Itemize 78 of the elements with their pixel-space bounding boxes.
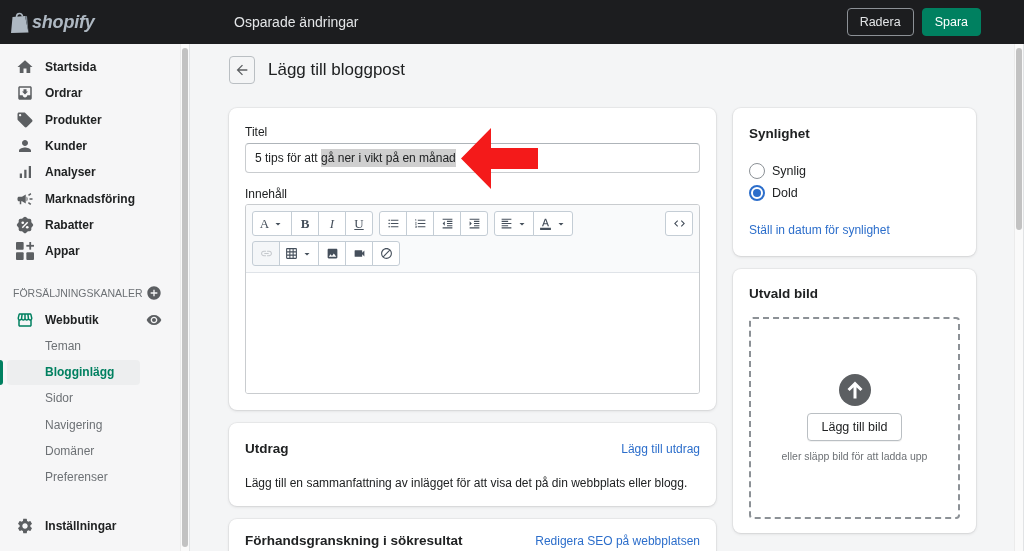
nav-item[interactable]: Produkter [0, 106, 172, 133]
numbered-list-icon [413, 217, 427, 230]
image-dropzone[interactable]: Lägg till bild eller släpp bild för att ladda upp [749, 317, 960, 519]
field-label: Titel [245, 124, 269, 140]
table-icon [285, 247, 298, 260]
nav-item[interactable]: Ordrar [0, 80, 172, 107]
add-excerpt-link[interactable]: Lägg till utdrag [621, 441, 700, 457]
radio-button[interactable] [749, 163, 765, 179]
section-heading: FÖRSÄLJNINGSKANALER [13, 287, 143, 300]
prohibited-icon [379, 247, 393, 260]
page-title: Lägg till bloggpost [268, 60, 406, 80]
apps-icon [16, 242, 34, 261]
underline-button[interactable]: U [345, 211, 373, 236]
clear-format-button[interactable] [372, 241, 400, 266]
image-icon [325, 247, 339, 260]
storefront-icon [16, 310, 34, 329]
nav-item[interactable]: Startsida [0, 54, 172, 81]
add-image-button[interactable]: Lägg till bild [807, 412, 902, 441]
font-style-button[interactable]: A [252, 211, 292, 236]
settings-icon [16, 516, 34, 535]
nav-item[interactable]: Rabatter [0, 211, 172, 239]
align-button[interactable] [494, 211, 534, 236]
table-button[interactable] [279, 241, 319, 266]
logo-wordmark: shopify [32, 11, 95, 33]
radio-label[interactable]: Dold [772, 186, 798, 200]
radio-label[interactable]: Synlig [772, 164, 807, 178]
nav-item[interactable]: Kunder [0, 132, 172, 160]
outdent-icon [440, 217, 454, 230]
code-view-button[interactable] [665, 211, 693, 236]
indent-icon [467, 217, 481, 230]
percent-badge-icon [16, 215, 34, 234]
nav-item[interactable]: Webbutik [0, 306, 138, 333]
outdent-button[interactable] [433, 211, 461, 236]
dropzone-hint: eller släpp bild för att ladda upp [781, 448, 928, 463]
save-button[interactable]: Spara [921, 8, 981, 36]
bullet-list-button[interactable] [379, 211, 407, 236]
indent-button[interactable] [460, 211, 488, 236]
tag-icon [16, 110, 34, 129]
set-date-link[interactable]: Ställ in datum för synlighet [749, 223, 890, 237]
nav-item[interactable]: Analyser [0, 159, 172, 186]
scrollbar-thumb[interactable] [1016, 48, 1022, 230]
card-heading: Utvald bild [749, 286, 819, 302]
upload-icon [838, 373, 871, 406]
unsaved-changes-text: Osparade ändringar [234, 14, 359, 30]
back-button[interactable] [229, 56, 255, 84]
excerpt-description: Lägg till en sammanfattning av inlägget för att visa det på din webbplats eller blogg. [245, 475, 689, 491]
nav-subitem[interactable]: Preferenser [7, 464, 140, 490]
image-button[interactable] [318, 241, 346, 266]
nav-item[interactable]: Marknadsföring [0, 185, 172, 212]
card-heading: Synlighet [749, 126, 811, 142]
inbox-tray-icon [16, 84, 34, 103]
nav-subitem[interactable]: Navigering [7, 412, 140, 438]
nav-subitem[interactable]: Domäner [7, 438, 140, 464]
nav-subitem[interactable]: Sidor [7, 385, 140, 411]
bullet-list-icon [386, 217, 400, 230]
card-heading: Förhandsgranskning i sökresultat [245, 533, 463, 549]
delete-button[interactable]: Radera [846, 8, 914, 36]
nav-item[interactable]: Inställningar [0, 512, 172, 539]
nav-subitem[interactable]: Teman [7, 333, 140, 359]
field-label: Innehåll [245, 186, 289, 202]
active-indicator [0, 359, 3, 385]
radio-button[interactable] [749, 185, 765, 201]
bold-button[interactable]: B [291, 211, 319, 236]
align-left-icon [500, 217, 513, 230]
card-heading: Utdrag [245, 441, 289, 457]
text-color-icon [539, 217, 552, 230]
code-icon [672, 217, 686, 230]
back-arrow-icon [234, 62, 250, 78]
numbered-list-button[interactable] [406, 211, 434, 236]
nav-subitem[interactable]: Blogginlägg [7, 359, 140, 385]
scrollbar-thumb[interactable] [182, 48, 188, 547]
nav-item[interactable]: Appar [0, 238, 172, 265]
shopping-bag-icon [11, 11, 29, 33]
edit-seo-link[interactable]: Redigera SEO på webbplatsen [535, 533, 700, 549]
text-color-button[interactable] [533, 211, 573, 236]
video-camera-icon [352, 247, 366, 260]
video-button[interactable] [345, 241, 373, 266]
italic-button[interactable]: I [318, 211, 346, 236]
